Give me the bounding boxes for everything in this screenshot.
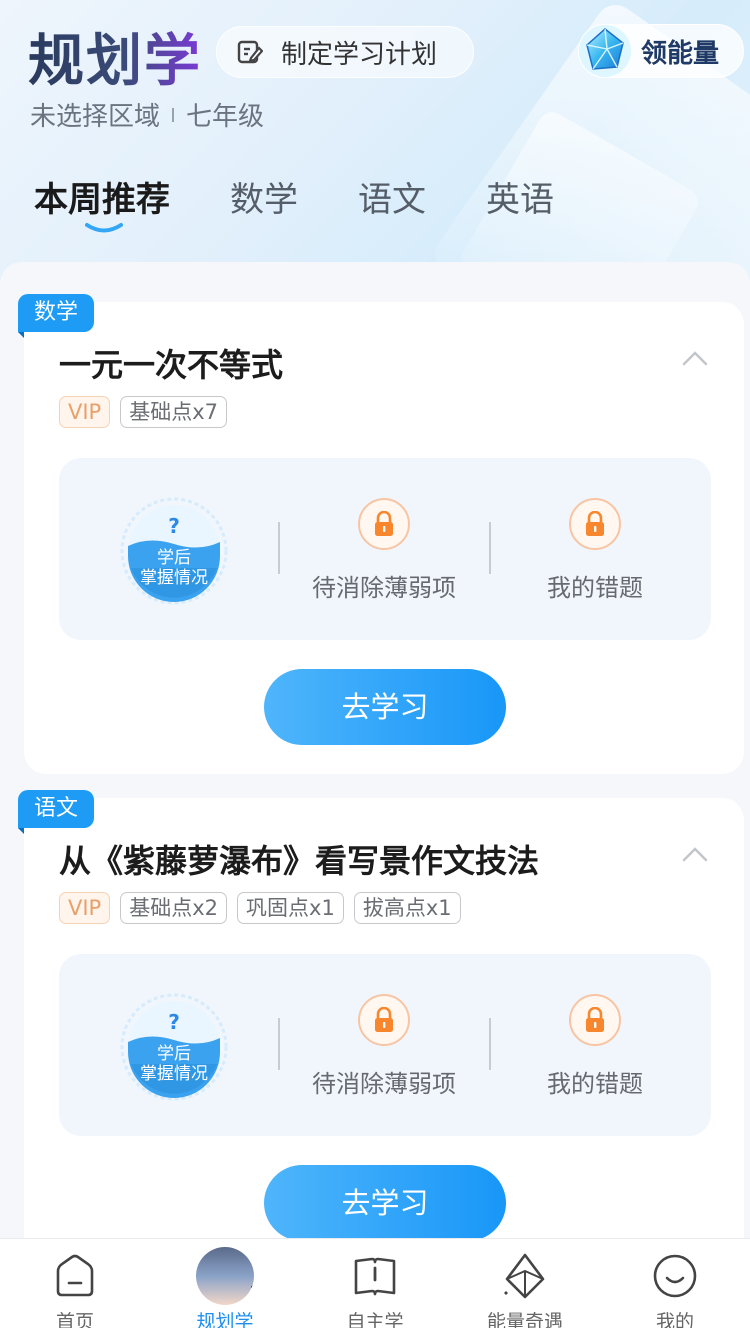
lock-icon xyxy=(375,511,393,536)
separator xyxy=(172,107,175,122)
avatar xyxy=(196,1247,254,1305)
witch-character-icon xyxy=(251,1284,254,1290)
recommend-list[interactable]: 数学 一元一次不等式 VIP 基础点x7 ? 学后 掌握情况 待消除薄弱项 我的… xyxy=(0,262,750,1238)
home-icon xyxy=(56,1254,94,1297)
lock-icon xyxy=(586,511,604,536)
claim-energy-label: 领能量 xyxy=(641,38,720,69)
weak-items-entry[interactable]: 待消除薄弱项 xyxy=(289,498,479,603)
divider xyxy=(278,1018,280,1070)
region-label[interactable]: 未选择区域 xyxy=(30,96,160,133)
nav-label: 能量奇遇 xyxy=(486,1311,563,1328)
mastery-status[interactable]: ? 学后 掌握情况 xyxy=(119,992,229,1102)
lesson-card[interactable]: 语文 从《紫藤萝瀑布》看写景作文技法 VIP 基础点x2 巩固点x1 拔高点x1… xyxy=(18,790,744,1238)
mastery-status[interactable]: ? 学后 掌握情况 xyxy=(119,496,229,606)
crystal-icon xyxy=(504,1253,545,1299)
tab-chinese[interactable]: 语文 xyxy=(358,172,426,232)
nav-self-study[interactable]: 自主学 xyxy=(300,1239,450,1328)
nav-mine[interactable]: 我的 xyxy=(600,1239,750,1328)
chevron-up-icon[interactable] xyxy=(682,350,708,366)
tab-english[interactable]: 英语 xyxy=(486,172,554,232)
my-mistakes-label: 我的错题 xyxy=(547,574,643,602)
lesson-title: 一元一次不等式 xyxy=(59,346,284,384)
tag-list: VIP 基础点x7 xyxy=(59,396,237,428)
vip-tag: VIP xyxy=(59,396,111,428)
nav-label: 首页 xyxy=(55,1311,94,1328)
knowledge-tag: 巩固点x1 xyxy=(237,892,344,924)
weak-items-label: 待消除薄弱项 xyxy=(312,574,456,602)
knowledge-tag: 基础点x2 xyxy=(120,892,228,924)
nav-label: 自主学 xyxy=(346,1311,404,1328)
subject-badge: 语文 xyxy=(18,790,95,834)
nav-energy-adventure[interactable]: 能量奇遇 xyxy=(450,1239,600,1328)
active-tab-indicator xyxy=(85,223,123,233)
divider xyxy=(489,522,491,574)
book-icon xyxy=(354,1257,396,1296)
my-mistakes-entry[interactable]: 我的错题 xyxy=(500,994,690,1099)
tab-label: 数学 xyxy=(230,180,298,220)
tab-math[interactable]: 数学 xyxy=(230,172,298,232)
claim-energy-button[interactable]: 领能量 xyxy=(578,24,744,78)
nav-label: 我的 xyxy=(655,1311,694,1328)
region-grade-selector[interactable]: 未选择区域 七年级 xyxy=(30,96,264,133)
weak-items-entry[interactable]: 待消除薄弱项 xyxy=(289,994,479,1099)
subject-tabs: 本周推荐 数学 语文 英语 xyxy=(34,172,614,233)
weak-items-label: 待消除薄弱项 xyxy=(312,1070,456,1098)
knowledge-tag: 基础点x7 xyxy=(120,396,228,428)
my-mistakes-label: 我的错题 xyxy=(547,1070,643,1098)
lesson-title: 从《紫藤萝瀑布》看写景作文技法 xyxy=(59,842,540,880)
chevron-up-icon[interactable] xyxy=(682,846,708,862)
tab-label: 语文 xyxy=(358,180,426,220)
tab-label: 本周推荐 xyxy=(34,180,170,220)
subject-badge: 数学 xyxy=(18,294,95,338)
bottom-nav: 首页 规划学 自主学 能量奇遇 我的 xyxy=(0,1238,750,1328)
mastery-question-mark: ? xyxy=(168,1010,180,1034)
lock-icon xyxy=(375,1007,393,1032)
lock-icon xyxy=(586,1007,604,1032)
tab-weekly-recommend[interactable]: 本周推荐 xyxy=(34,172,170,233)
nav-home[interactable]: 首页 xyxy=(0,1239,150,1328)
smile-icon xyxy=(653,1254,697,1298)
tag-list: VIP 基础点x2 巩固点x1 拔高点x1 xyxy=(59,892,471,924)
grade-label[interactable]: 七年级 xyxy=(186,96,264,133)
go-study-button[interactable]: 去学习 xyxy=(264,1165,506,1238)
my-mistakes-entry[interactable]: 我的错题 xyxy=(500,498,690,603)
tab-label: 英语 xyxy=(486,180,554,220)
nav-plan-study[interactable]: 规划学 xyxy=(150,1239,300,1328)
divider xyxy=(489,1018,491,1070)
lock-badge xyxy=(569,994,621,1046)
mastery-label-line2: 掌握情况 xyxy=(140,568,208,588)
lesson-card[interactable]: 数学 一元一次不等式 VIP 基础点x7 ? 学后 掌握情况 待消除薄弱项 我的… xyxy=(18,294,744,774)
edit-icon xyxy=(237,40,263,64)
nav-label: 规划学 xyxy=(196,1311,254,1328)
divider xyxy=(278,522,280,574)
crystal-gem-icon xyxy=(579,25,631,77)
go-study-button[interactable]: 去学习 xyxy=(264,669,506,745)
progress-panel: ? 学后 掌握情况 待消除薄弱项 我的错题 xyxy=(59,954,711,1136)
lock-badge xyxy=(358,498,410,550)
lock-badge xyxy=(358,994,410,1046)
page-title: 规划学 xyxy=(28,16,202,97)
make-plan-label: 制定学习计划 xyxy=(281,39,438,70)
lock-badge xyxy=(569,498,621,550)
header: 规划学 制定学习计划 领能量 未选择区域 七年级 本周推荐 数学 语文 英语 xyxy=(0,0,750,280)
knowledge-tag: 拔高点x1 xyxy=(353,892,461,924)
mastery-label-line2: 掌握情况 xyxy=(140,1064,208,1084)
mastery-question-mark: ? xyxy=(168,514,180,538)
progress-panel: ? 学后 掌握情况 待消除薄弱项 我的错题 xyxy=(59,458,711,640)
vip-tag: VIP xyxy=(59,892,111,924)
make-plan-button[interactable]: 制定学习计划 xyxy=(216,26,474,78)
